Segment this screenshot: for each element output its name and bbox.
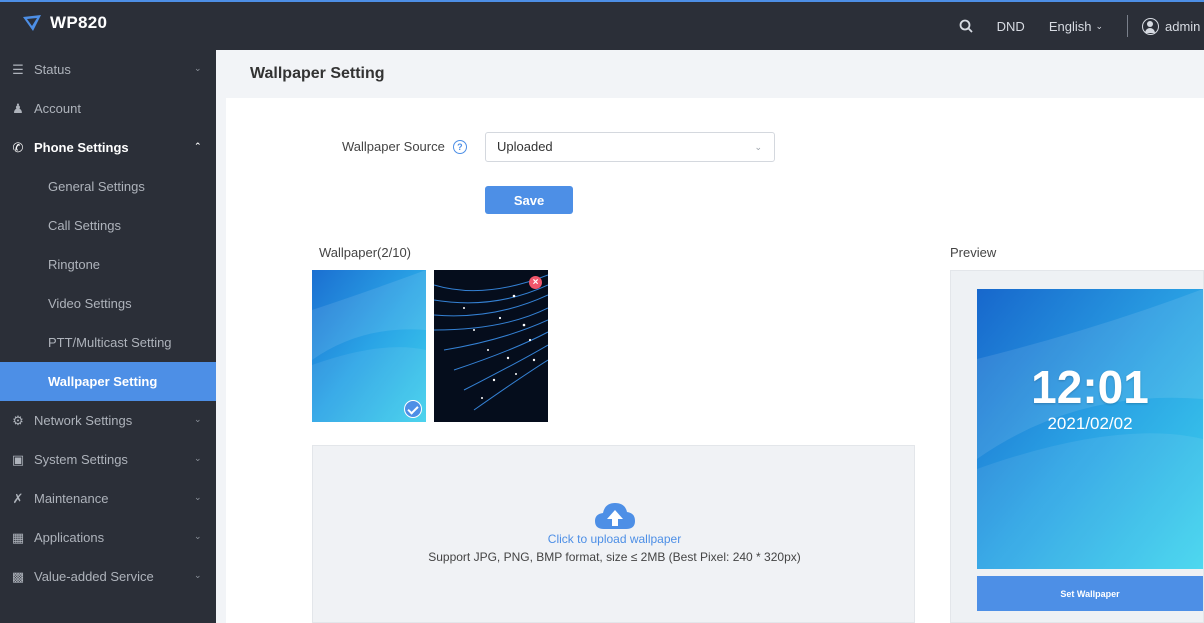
- sidebar-item-label: Maintenance: [34, 491, 109, 506]
- wallpaper-count-label: Wallpaper(2/10): [319, 245, 412, 260]
- divider: [1127, 15, 1128, 37]
- sidebar-item-label: Network Settings: [34, 413, 133, 428]
- chevron-down-icon: ⌄: [754, 142, 762, 152]
- select-value: Uploaded: [497, 139, 553, 154]
- sidebar-subitem-general-settings[interactable]: General Settings: [0, 167, 216, 206]
- sidebar-subitem-video-settings[interactable]: Video Settings: [0, 284, 216, 323]
- sidebar-item-maintenance[interactable]: ✗ Maintenance ⌄: [0, 479, 216, 518]
- brand[interactable]: WP820: [22, 13, 107, 33]
- page-title: Wallpaper Setting: [250, 65, 385, 82]
- set-wallpaper-button[interactable]: Set Wallpaper: [977, 576, 1203, 611]
- field-label-text: Wallpaper Source: [342, 139, 445, 154]
- user-name: admin: [1165, 18, 1201, 34]
- wallpaper-image-1: [312, 270, 426, 422]
- chevron-down-icon: ⌄: [194, 63, 202, 73]
- user-menu[interactable]: admin: [1142, 17, 1204, 35]
- upload-wallpaper-area[interactable]: Click to upload wallpaper Support JPG, P…: [312, 445, 915, 623]
- top-right-toolbar: DND English ⌄ admin: [959, 2, 1204, 50]
- dnd-button[interactable]: DND: [997, 19, 1025, 34]
- chevron-down-icon: ⌄: [1095, 20, 1103, 31]
- sidebar: ☰ Status ⌄ ♟ Account ✆ Phone Settings ⌃ …: [0, 50, 216, 623]
- search-icon[interactable]: [959, 19, 973, 33]
- sidebar-item-system-settings[interactable]: ▣ System Settings ⌄: [0, 440, 216, 479]
- sidebar-item-label: Applications: [34, 530, 105, 545]
- wallpaper-image-2: [434, 270, 548, 422]
- sidebar-subitem-ptt-multicast[interactable]: PTT/Multicast Setting: [0, 323, 216, 362]
- system-icon: ▣: [11, 451, 25, 467]
- page-header: Wallpaper Setting: [216, 50, 1204, 98]
- sidebar-item-label: System Settings: [34, 452, 128, 467]
- sidebar-item-value-added-service[interactable]: ▩ Value-added Service ⌄: [0, 557, 216, 596]
- network-icon: ⚙: [12, 412, 24, 428]
- help-icon[interactable]: ?: [452, 139, 467, 154]
- sidebar-item-status[interactable]: ☰ Status ⌄: [0, 50, 216, 89]
- language-label: English: [1048, 18, 1092, 34]
- wallpaper-source-label: Wallpaper Source ?: [342, 139, 467, 154]
- cloud-upload-icon: [595, 503, 635, 529]
- sidebar-subitem-call-settings[interactable]: Call Settings: [0, 206, 216, 245]
- upload-hint: Support JPG, PNG, BMP format, size ≤ 2MB…: [428, 550, 801, 564]
- save-button[interactable]: Save: [485, 186, 573, 214]
- grid-icon: ▩: [11, 568, 25, 584]
- chevron-down-icon: ⌄: [194, 570, 202, 580]
- sidebar-subitem-wallpaper-setting[interactable]: Wallpaper Setting: [0, 362, 216, 401]
- sidebar-item-label: Value-added Service: [34, 569, 154, 584]
- sidebar-item-account[interactable]: ♟ Account: [0, 89, 216, 128]
- list-icon: ☰: [12, 61, 24, 77]
- wallpaper-thumbnail-1[interactable]: [312, 270, 426, 422]
- preview-label: Preview: [950, 245, 997, 260]
- sidebar-subitem-ringtone[interactable]: Ringtone: [0, 245, 216, 284]
- preview-clock: 12:01: [1031, 361, 1149, 413]
- wallpaper-thumbnail-2[interactable]: ×: [434, 270, 548, 422]
- chevron-up-icon: ⌃: [194, 141, 202, 151]
- content-gutter: [216, 98, 226, 623]
- sidebar-item-label: Phone Settings: [34, 140, 129, 155]
- chevron-down-icon: ⌄: [194, 531, 202, 541]
- sidebar-item-label: Status: [34, 62, 71, 77]
- sidebar-item-label: Account: [34, 101, 81, 116]
- wallpaper-source-select[interactable]: Uploaded ⌄: [485, 132, 775, 162]
- chevron-down-icon: ⌄: [194, 414, 202, 424]
- sidebar-item-phone-settings[interactable]: ✆ Phone Settings ⌃: [0, 128, 216, 167]
- delete-icon[interactable]: ×: [529, 276, 542, 289]
- app-title: WP820: [50, 13, 108, 32]
- selected-check-icon: [404, 400, 422, 418]
- avatar-icon: [1142, 17, 1159, 35]
- tools-icon: ✗: [12, 490, 24, 506]
- logo-icon: [23, 15, 41, 31]
- phone-icon: ✆: [12, 139, 24, 155]
- preview-date: 2021/02/02: [1047, 414, 1133, 433]
- top-bar: WP820 DND English ⌄ admin: [0, 0, 1204, 50]
- sidebar-item-applications[interactable]: ▦ Applications ⌄: [0, 518, 216, 557]
- upload-link[interactable]: Click to upload wallpaper: [313, 532, 916, 546]
- chevron-down-icon: ⌄: [194, 492, 202, 502]
- language-dropdown[interactable]: English ⌄: [1049, 19, 1103, 34]
- document-icon: ▦: [11, 529, 25, 545]
- sidebar-item-network-settings[interactable]: ⚙ Network Settings ⌄: [0, 401, 216, 440]
- user-icon: ♟: [12, 100, 24, 116]
- chevron-down-icon: ⌄: [194, 453, 202, 463]
